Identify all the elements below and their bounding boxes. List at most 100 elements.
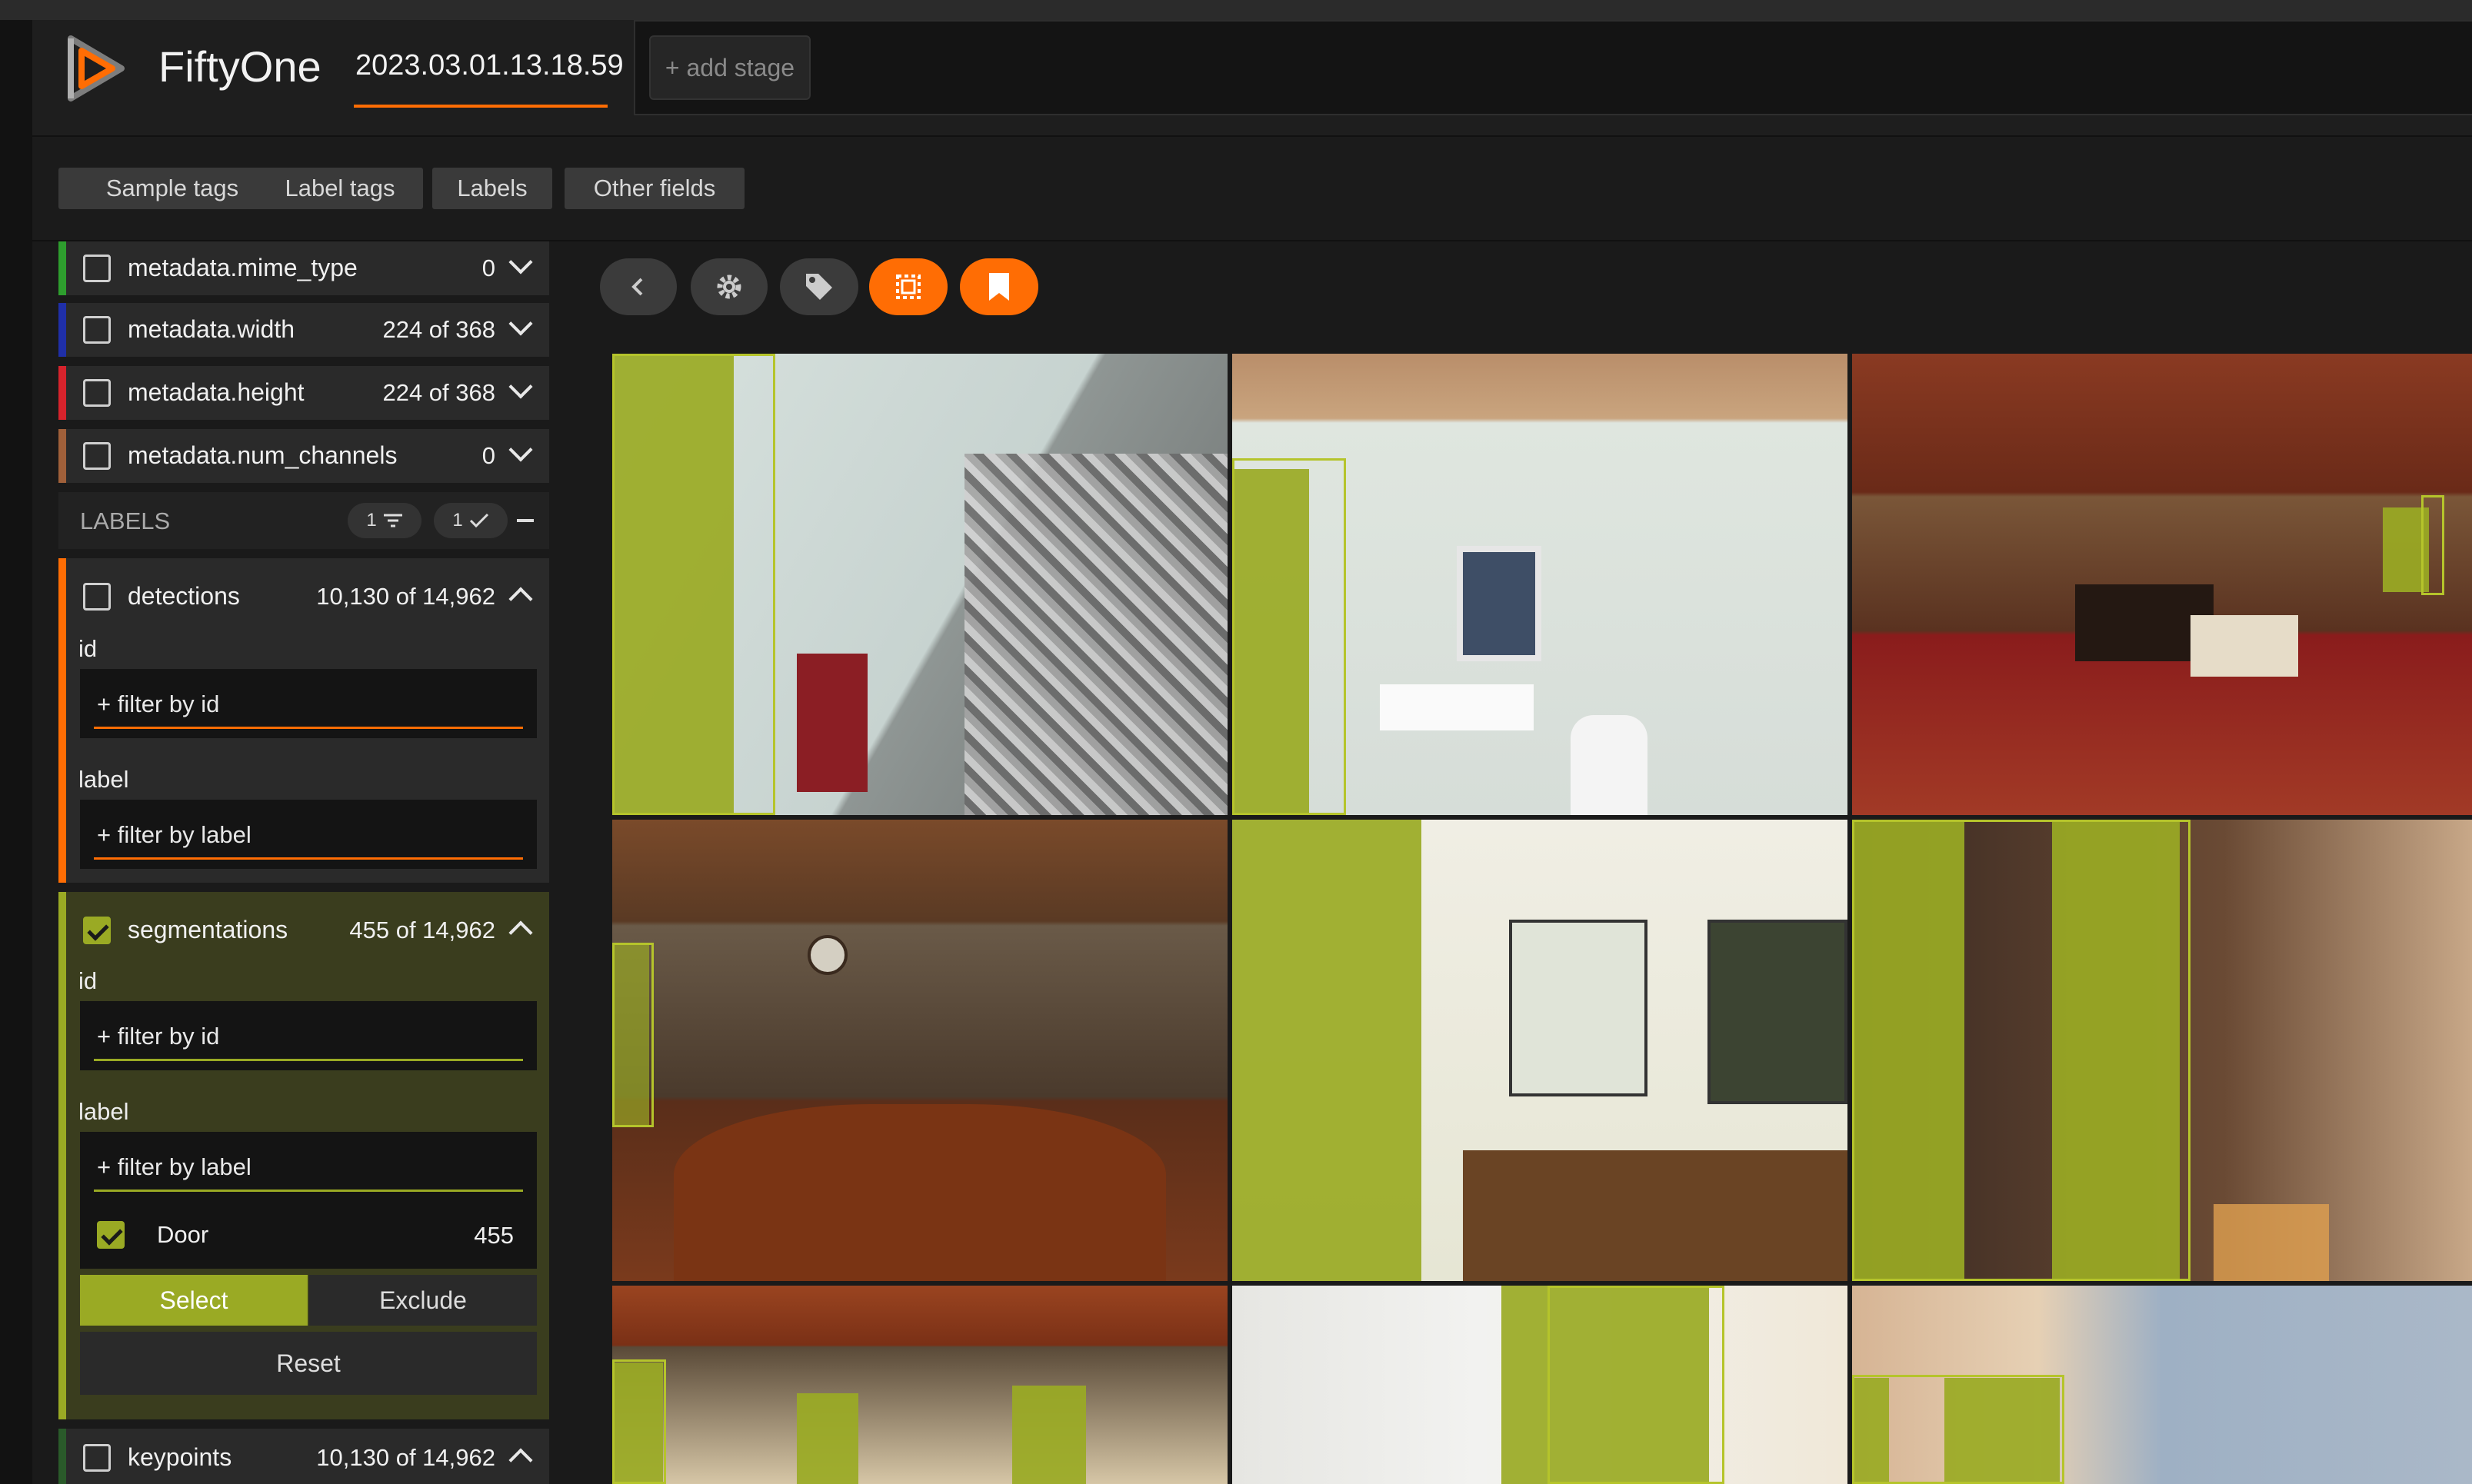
segmentation-mask (797, 1393, 858, 1484)
tab-other-fields[interactable]: Other fields (565, 168, 745, 209)
gear-icon[interactable] (691, 258, 768, 315)
field-name: metadata.num_channels (128, 441, 398, 469)
wall-clock-region (808, 935, 848, 975)
toilet-region (1571, 715, 1647, 815)
filter-by-label-input[interactable]: + filter by label (80, 800, 537, 869)
field-checkbox[interactable] (83, 583, 111, 611)
exclude-button[interactable]: Exclude (309, 1275, 537, 1326)
chevron-up-icon[interactable] (508, 587, 533, 611)
app-name: FiftyOne (158, 42, 321, 91)
bookmark-icon[interactable] (960, 258, 1038, 315)
filter-by-id-input[interactable]: + filter by id (80, 1001, 537, 1070)
sample-tile[interactable] (1852, 354, 2472, 815)
segmentation-mask (1232, 820, 1421, 1281)
sample-tile[interactable] (1852, 820, 2472, 1281)
field-checkbox[interactable] (83, 379, 111, 407)
sample-tile[interactable] (1232, 1286, 1847, 1484)
sample-tile[interactable] (1852, 1286, 2472, 1484)
field-checkbox[interactable] (83, 917, 111, 944)
input-underline (94, 1190, 523, 1192)
field-checkbox[interactable] (83, 442, 111, 470)
detection-box (2421, 495, 2444, 595)
chevron-left-icon[interactable] (600, 258, 677, 315)
sink-region (1380, 684, 1534, 730)
field-name: detections (128, 582, 240, 610)
detection-box (1852, 1375, 2064, 1484)
tab-labels[interactable]: Labels (432, 168, 552, 209)
field-name: metadata.height (128, 378, 305, 406)
filter-placeholder: + filter by id (97, 1023, 220, 1050)
detection-box (612, 354, 775, 815)
fiftyone-logo[interactable] (55, 28, 137, 109)
field-checkbox[interactable] (83, 1444, 111, 1472)
field-count: 10,130 of 14,962 (316, 1444, 495, 1471)
chevron-up-icon[interactable] (508, 920, 533, 945)
detection-box (612, 943, 654, 1127)
filter-count-badge[interactable]: 1 (348, 503, 421, 538)
mirror-right-region (1707, 920, 1847, 1104)
id-label: id (78, 635, 98, 662)
input-underline (94, 727, 523, 729)
labels-group-header[interactable]: LABELS 1 1 (58, 492, 549, 549)
tiled-wall-region (964, 454, 1228, 815)
collapse-icon[interactable] (517, 519, 534, 522)
field-row-num-channels[interactable]: metadata.num_channels 0 (58, 429, 549, 483)
field-color-bar (58, 429, 66, 483)
sample-tile[interactable] (1232, 354, 1847, 815)
sample-tile[interactable] (612, 1286, 1228, 1484)
field-color-bar (58, 1429, 66, 1484)
sunlight-region (2214, 1204, 2329, 1281)
field-row-detections: detections 10,130 of 14,962 id + filter … (58, 558, 549, 883)
chevron-down-icon[interactable] (508, 438, 533, 462)
filter-by-label-input[interactable]: + filter by label (80, 1132, 537, 1201)
tag-icon[interactable] (780, 258, 858, 315)
visible-count-badge[interactable]: 1 (434, 503, 508, 538)
left-gutter (0, 0, 32, 1484)
value-name: Door (157, 1221, 209, 1248)
field-checkbox[interactable] (83, 255, 111, 282)
field-row-segmentations: segmentations 455 of 14,962 id + filter … (58, 892, 549, 1419)
chevron-up-icon[interactable] (508, 1448, 533, 1472)
field-count: 0 (481, 255, 495, 281)
detection-box (612, 1359, 666, 1484)
view-stage-bar[interactable] (634, 20, 2472, 115)
sample-tile[interactable] (612, 354, 1228, 815)
id-label: id (78, 967, 98, 994)
select-button[interactable]: Select (80, 1275, 308, 1326)
reset-button[interactable]: Reset (80, 1332, 537, 1395)
field-color-bar (58, 241, 66, 295)
chevron-down-icon[interactable] (508, 250, 533, 275)
sample-tile[interactable] (1232, 820, 1847, 1281)
chevron-down-icon[interactable] (508, 374, 533, 399)
value-checkbox[interactable] (97, 1221, 125, 1249)
tab-sample-tags[interactable]: Sample tags (58, 168, 286, 209)
mirror-region (1457, 546, 1541, 661)
add-stage-button[interactable]: + add stage (649, 35, 811, 100)
field-count: 0 (481, 442, 495, 469)
filter-count: 1 (366, 510, 377, 531)
dataset-selector[interactable]: 2023.03.01.13.18.59 (355, 49, 624, 82)
field-row-width[interactable]: metadata.width 224 of 368 (58, 303, 549, 357)
towel-region (797, 654, 868, 792)
chevron-down-icon[interactable] (508, 311, 533, 336)
field-row-mime-type[interactable]: metadata.mime_type 0 (58, 241, 549, 295)
field-row-height[interactable]: metadata.height 224 of 368 (58, 366, 549, 420)
filter-placeholder: + filter by label (97, 821, 252, 848)
detection-box (1852, 820, 2190, 1281)
field-row-keypoints[interactable]: keypoints 10,130 of 14,962 (58, 1429, 549, 1484)
field-color-bar (58, 303, 66, 357)
field-name: segmentations (128, 916, 288, 943)
dining-table-region (674, 1104, 1166, 1281)
field-count: 224 of 368 (382, 316, 495, 343)
dataset-underline (354, 105, 608, 108)
sample-tile[interactable] (612, 820, 1228, 1281)
tab-label-tags[interactable]: Label tags (257, 168, 423, 209)
check-icon (469, 513, 488, 528)
filter-icon (383, 514, 402, 527)
coffee-table-region (2190, 615, 2298, 677)
label-value-row[interactable]: Door 455 (80, 1201, 537, 1269)
select-box-icon[interactable] (869, 258, 948, 315)
segmentation-mask (1012, 1386, 1086, 1484)
filter-by-id-input[interactable]: + filter by id (80, 669, 537, 738)
field-checkbox[interactable] (83, 316, 111, 344)
